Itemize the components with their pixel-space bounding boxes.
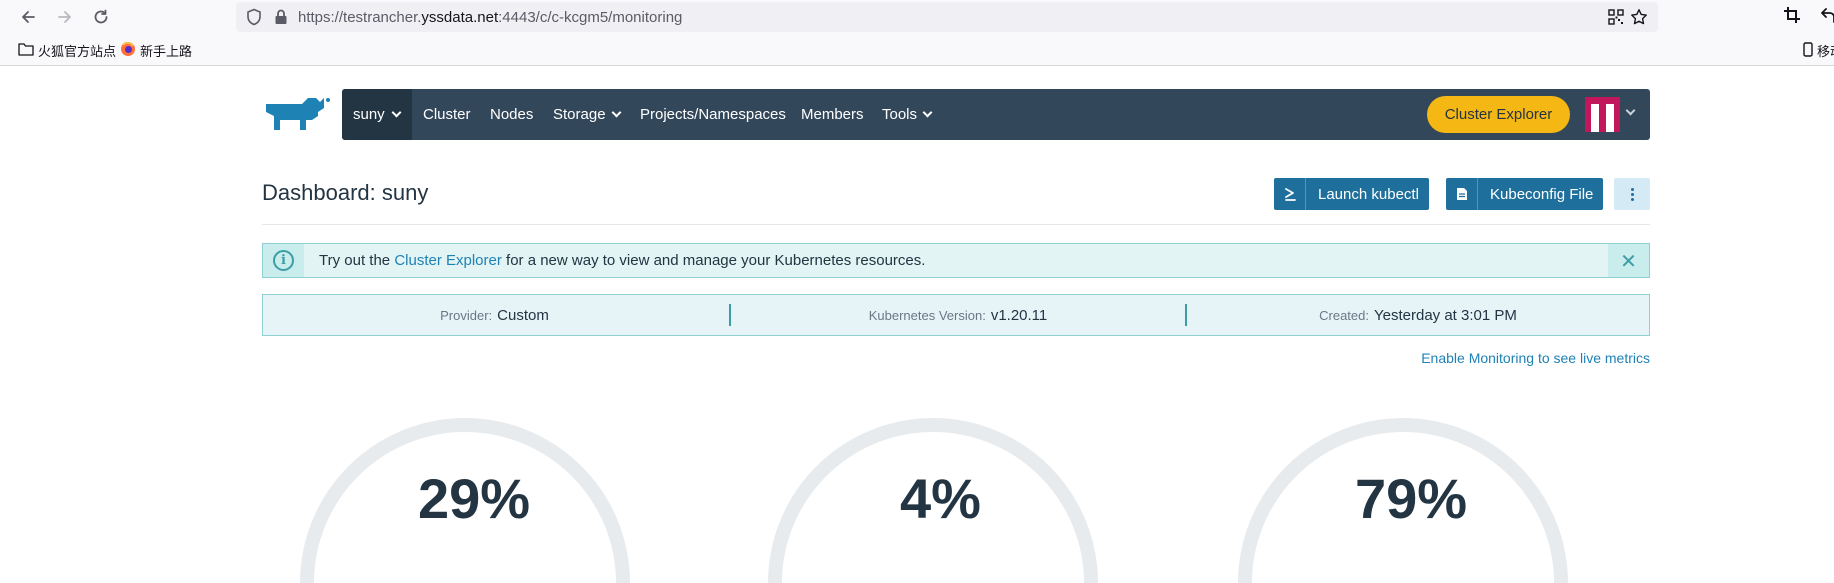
divider <box>262 224 1650 225</box>
address-bar[interactable]: https://testrancher.yssdata.net:4443/c/c… <box>236 2 1658 32</box>
nav-storage[interactable]: Storage <box>553 89 621 140</box>
mobile-bookmarks-label: 移动 <box>1817 44 1834 59</box>
page-title: Dashboard: suny <box>262 180 429 205</box>
file-icon <box>1446 178 1478 210</box>
mobile-bookmarks[interactable]: 移动 <box>1803 41 1834 60</box>
bookmark-item[interactable]: 火狐官方站点 <box>18 41 116 60</box>
launch-kubectl-button[interactable]: Launch kubectl <box>1274 178 1429 210</box>
mobile-device-icon <box>1803 41 1813 60</box>
more-actions-button[interactable] <box>1614 178 1650 210</box>
banner-message: Try out the Cluster Explorer for a new w… <box>319 252 926 269</box>
terminal-icon <box>1274 178 1306 210</box>
kubernetes-version-info: Kubernetes Version: v1.20.11 <box>868 306 1048 324</box>
shield-icon[interactable] <box>246 8 262 31</box>
nav-tools[interactable]: Tools <box>882 89 933 140</box>
enable-monitoring-link[interactable]: Enable Monitoring to see live metrics <box>1421 350 1650 366</box>
browser-toolbar: https://testrancher.yssdata.net:4443/c/c… <box>0 0 1834 34</box>
reload-icon[interactable] <box>89 5 113 29</box>
forward-icon[interactable] <box>53 5 77 29</box>
bookmark-item[interactable]: 新手上路 <box>120 41 192 60</box>
cluster-explorer-link[interactable]: Cluster Explorer <box>394 252 502 269</box>
lock-icon[interactable] <box>273 8 289 31</box>
nav-nodes[interactable]: Nodes <box>490 89 533 140</box>
explorer-banner: i Try out the Cluster Explorer for a new… <box>262 243 1650 278</box>
nav-cluster[interactable]: Cluster <box>423 89 471 140</box>
bookmarks-bar: 火狐官方站点 新手上路 移动 <box>0 34 1834 66</box>
info-icon-container: i <box>263 244 304 277</box>
chevron-down-icon <box>611 107 621 118</box>
kubeconfig-file-label: Kubeconfig File <box>1490 185 1594 203</box>
chevron-down-icon <box>391 107 402 118</box>
chevron-down-icon[interactable] <box>1625 105 1636 116</box>
folder-icon <box>18 42 34 59</box>
launch-kubectl-label: Launch kubectl <box>1318 185 1419 203</box>
cluster-explorer-button[interactable]: Cluster Explorer <box>1427 96 1570 133</box>
close-icon[interactable]: ✕ <box>1608 244 1649 277</box>
provider-info: Provider: Custom <box>440 306 549 324</box>
cpu-gauge-value: 29% <box>418 467 531 530</box>
bookmark-label: 新手上路 <box>140 44 193 59</box>
kubeconfig-file-button[interactable]: Kubeconfig File <box>1446 178 1604 210</box>
screenshot-crop-icon[interactable] <box>1783 6 1801 29</box>
top-navigation: suny Cluster Nodes Storage Projects/Name… <box>342 89 1650 140</box>
nav-members[interactable]: Members <box>801 89 864 140</box>
memory-gauge-value: 4% <box>900 467 981 530</box>
cluster-switcher[interactable]: suny <box>342 89 412 140</box>
bookmark-label: 火狐官方站点 <box>38 44 117 59</box>
created-info: Created: Yesterday at 3:01 PM <box>1319 306 1517 324</box>
undo-icon[interactable] <box>1820 6 1834 29</box>
firefox-icon <box>120 41 136 60</box>
bookmark-star-icon[interactable] <box>1630 8 1648 31</box>
back-icon[interactable] <box>16 5 40 29</box>
rancher-logo[interactable] <box>262 96 332 135</box>
nav-projects-namespaces[interactable]: Projects/Namespaces <box>640 89 786 140</box>
qr-code-icon[interactable] <box>1608 9 1624 30</box>
pods-gauge-value: 79% <box>1355 467 1468 530</box>
avatar[interactable] <box>1585 97 1620 132</box>
url-text[interactable]: https://testrancher.yssdata.net:4443/c/c… <box>298 9 682 26</box>
cluster-name: suny <box>353 106 385 123</box>
chevron-down-icon <box>922 107 933 118</box>
cluster-info-bar: Provider: Custom Kubernetes Version: v1.… <box>262 294 1650 336</box>
info-icon: i <box>273 250 294 271</box>
